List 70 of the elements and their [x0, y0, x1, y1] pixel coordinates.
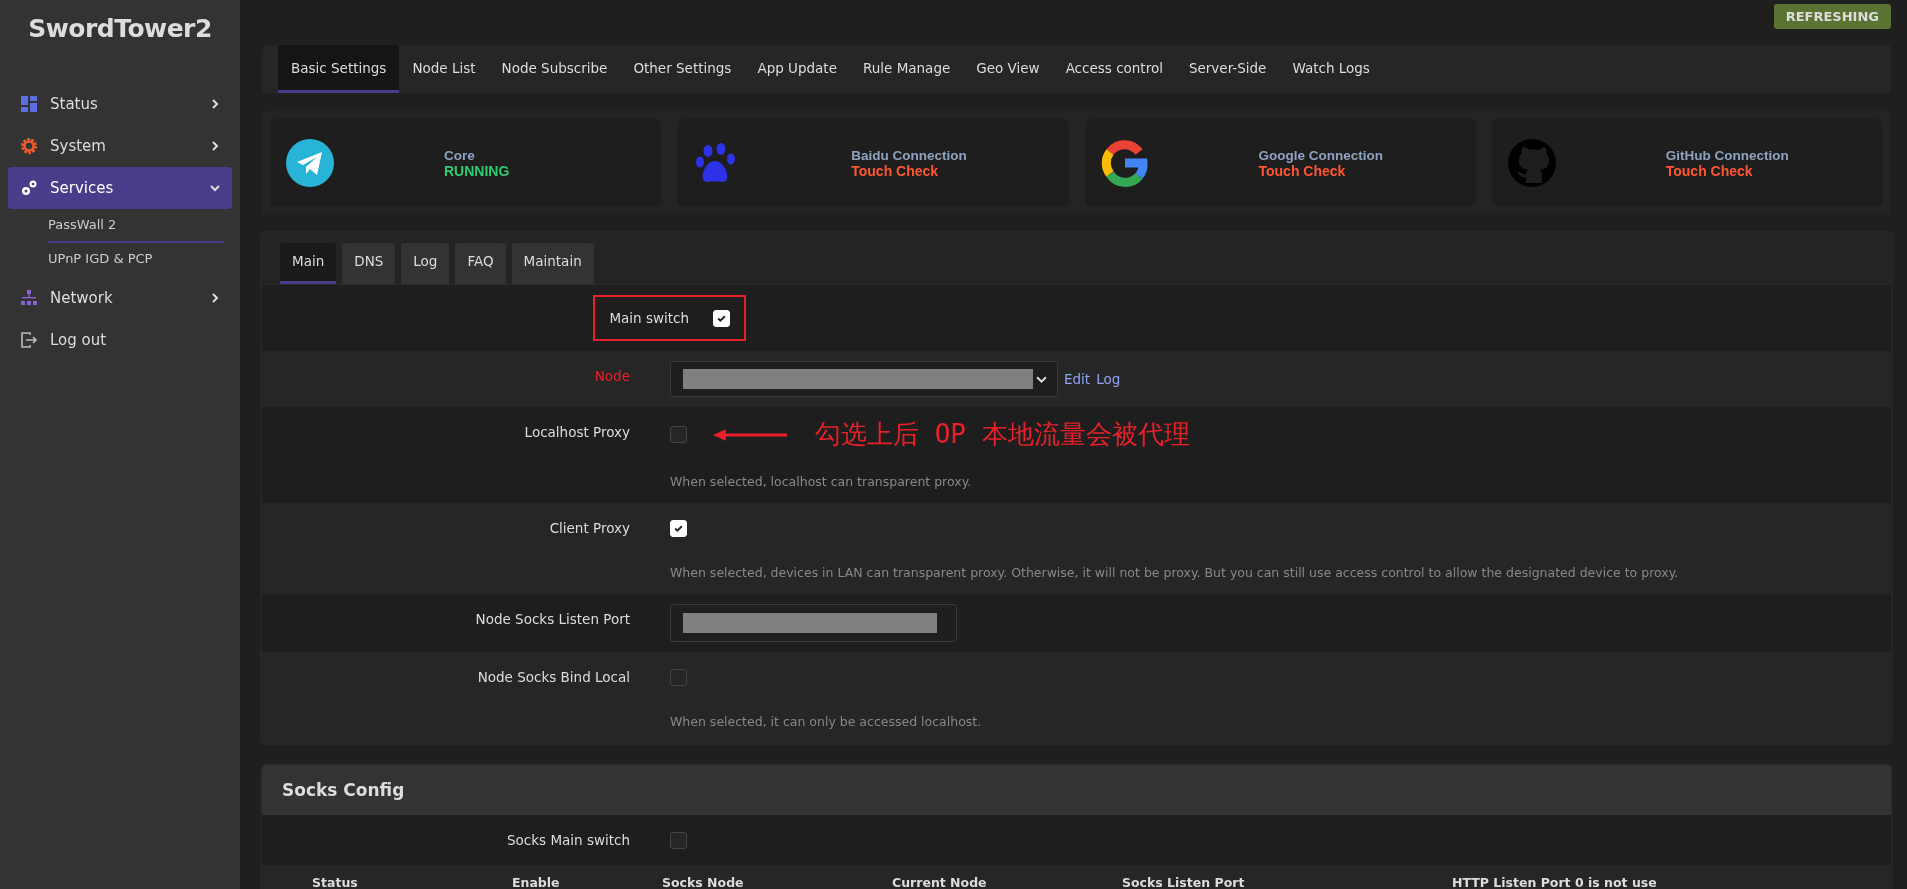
tab[interactable]: Main [280, 243, 337, 284]
card-title: Core [444, 147, 476, 163]
submenu-item[interactable]: UPnP IGD & PCP [48, 243, 224, 277]
section-title: Socks Config [262, 765, 1891, 815]
paper-plane-icon [286, 139, 334, 187]
tab[interactable]: App Update [744, 45, 850, 93]
card-status[interactable]: Touch Check [1258, 162, 1383, 179]
column-header: Socks Listen Port [1122, 875, 1246, 889]
column-header: Current Node [892, 875, 988, 889]
field-label: Node Socks Listen Port [475, 611, 630, 627]
submenu-item[interactable]: PassWall 2 [48, 209, 224, 243]
checkbox[interactable] [670, 831, 687, 849]
tab[interactable]: Watch Logs [1279, 45, 1383, 93]
field-hint: When selected, localhost can transparent proxy. [670, 474, 973, 489]
nav-item[interactable]: Network [8, 277, 232, 319]
card-title: GitHub Connection [1665, 147, 1789, 163]
tab[interactable]: DNS [342, 243, 396, 284]
annotation-text: 勾选上后 OP 本地流量会被代理 [815, 418, 1190, 451]
tab[interactable]: Geo View [963, 45, 1053, 93]
tab[interactable]: Node List [399, 45, 489, 93]
checkbox[interactable] [670, 668, 687, 686]
tab[interactable]: Access control [1052, 45, 1176, 93]
checkbox[interactable] [670, 426, 687, 443]
dashboard-icon [20, 95, 38, 113]
card-status[interactable]: Touch Check [1665, 162, 1789, 179]
nav-label: Services [50, 179, 115, 197]
card-status[interactable]: Touch Check [851, 162, 967, 179]
tab[interactable]: Server-Side [1175, 45, 1280, 93]
nav-item[interactable]: Services [8, 167, 232, 209]
tab[interactable]: Log [401, 243, 450, 284]
field-label: Client Proxy [549, 520, 630, 536]
link[interactable]: Log [1096, 371, 1121, 387]
gear-icon [20, 137, 38, 155]
field-label: Main switch [609, 310, 689, 326]
logo-text: SwordTower2 [27, 14, 213, 43]
column-header: Socks Node [662, 875, 745, 889]
column-header: HTTP Listen Port 0 is not use [1452, 875, 1658, 889]
nav-label: Status [50, 95, 99, 113]
logout-icon [20, 331, 38, 349]
column-header: Enable [512, 875, 561, 889]
column-header: Status [312, 875, 359, 889]
card-status[interactable]: RUNNING [444, 162, 510, 179]
field-label: Node [594, 368, 630, 384]
nav-label: Network [50, 289, 114, 307]
nav-item[interactable]: Log out [8, 319, 232, 361]
card-title: Google Connection [1258, 147, 1383, 163]
port-input[interactable] [670, 604, 957, 642]
link[interactable]: Edit [1064, 371, 1091, 387]
tab[interactable]: FAQ [455, 243, 506, 284]
field-label: Socks Main switch [507, 832, 630, 848]
field-label: Node Socks Bind Local [477, 669, 630, 685]
field-hint: When selected, devices in LAN can transparent proxy. Otherwise, it will not be proxy. But you can still use access control to allow the designated device to proxy. [670, 565, 1680, 580]
nav-item[interactable]: Status [8, 83, 232, 125]
tab[interactable]: Rule Manage [849, 45, 964, 93]
tab[interactable]: Maintain [511, 243, 594, 284]
tab[interactable]: Other Settings [620, 45, 745, 93]
tab[interactable]: Node Subscribe [488, 45, 621, 93]
nav-label: Log out [50, 331, 108, 349]
nav-label: System [50, 137, 107, 155]
refreshing-badge: REFRESHING [1773, 4, 1891, 29]
field-hint: When selected, it can only be accessed localhost. [670, 714, 983, 729]
github-icon [1507, 139, 1556, 187]
sitemap-icon [20, 289, 38, 307]
tab[interactable]: Basic Settings [278, 45, 400, 93]
node-select[interactable] [670, 361, 1058, 397]
field-label: Localhost Proxy [524, 424, 630, 440]
card-title: Baidu Connection [851, 147, 967, 163]
nav-item[interactable]: System [8, 125, 232, 167]
gears-icon [20, 179, 38, 197]
google-g-icon [1100, 139, 1149, 187]
